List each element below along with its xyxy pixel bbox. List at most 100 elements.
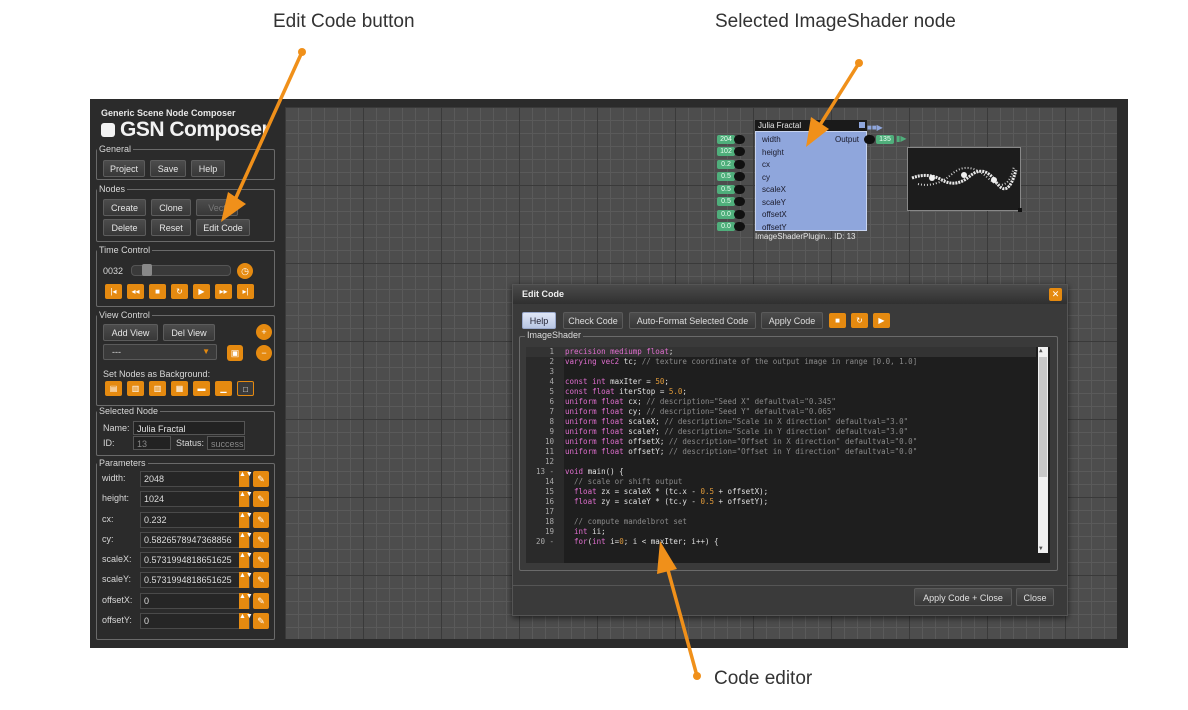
editor-scrollbar[interactable]: ▲ ▼ [1038, 347, 1048, 553]
image-shader-node[interactable]: Julia Fractal width height cx cy scaleX … [755, 120, 867, 242]
resize-handle-icon[interactable] [1018, 208, 1022, 212]
node-input-port[interactable]: 0.5 [717, 185, 757, 194]
code-line[interactable]: 6 uniform float cx; // description="Seed … [526, 397, 1036, 407]
wrench-icon[interactable]: ✎ [253, 593, 269, 609]
node-input-port[interactable]: 0.0 [717, 210, 757, 219]
port-connector-icon[interactable] [734, 135, 745, 144]
wrench-icon[interactable]: ✎ [253, 572, 269, 588]
output-preview-image[interactable] [907, 147, 1021, 211]
node-output-port[interactable]: 135 ▮▶ [864, 134, 912, 144]
wrench-icon[interactable]: ✎ [253, 613, 269, 629]
bg-bottom-icon[interactable]: ▁ [215, 381, 232, 396]
wrench-icon[interactable]: ✎ [253, 552, 269, 568]
code-line[interactable]: 1 precision mediump float; [526, 347, 1036, 357]
code-line[interactable]: 8 uniform float scaleX; // description="S… [526, 417, 1036, 427]
code-line[interactable]: 16 float zy = scaleY * (tc.y - 0.5 + off… [526, 497, 1036, 507]
node-input-port[interactable]: 0.5 [717, 197, 757, 206]
name-field[interactable]: Julia Fractal [133, 421, 245, 435]
stop-icon[interactable]: ■ [149, 284, 166, 299]
play-icon[interactable]: ▶ [873, 313, 890, 328]
stepper-icon[interactable]: ▲▼ [239, 512, 253, 528]
port-connector-icon[interactable] [734, 210, 745, 219]
add-icon[interactable]: + [256, 324, 272, 340]
bg-none-icon[interactable]: □ [237, 381, 254, 396]
create-button[interactable]: Create [103, 199, 146, 216]
close-icon[interactable]: ✕ [1049, 288, 1062, 301]
code-line[interactable]: 13 - void main() { [526, 467, 1036, 477]
close-button[interactable]: Close [1016, 588, 1054, 606]
node-input-port[interactable]: 0.0 [717, 222, 757, 231]
wrench-icon[interactable]: ✎ [253, 512, 269, 528]
bg-center-icon[interactable]: ▦ [171, 381, 188, 396]
fast-forward-icon[interactable]: ▸▸ [215, 284, 232, 299]
bg-right-icon[interactable]: ▥ [149, 381, 166, 396]
param-input[interactable]: 0 [140, 593, 250, 609]
node-title-toggle-icon[interactable] [859, 122, 865, 128]
node-input-port[interactable]: 0.2 [717, 160, 757, 169]
wrench-icon[interactable]: ✎ [253, 532, 269, 548]
editor-scrollbar-thumb[interactable] [1039, 357, 1047, 477]
param-input[interactable]: 0 [140, 613, 250, 629]
stepper-icon[interactable]: ▲▼ [239, 491, 253, 507]
node-input-port[interactable]: 0.5 [717, 172, 757, 181]
param-input[interactable]: 0.5731994818651625 [140, 572, 250, 588]
bg-full-icon[interactable]: ▤ [105, 381, 122, 396]
rewind-icon[interactable]: ◂◂ [127, 284, 144, 299]
node-title[interactable]: Julia Fractal [755, 120, 867, 131]
node-expand-arrow-icon[interactable]: ■■▶ [867, 123, 883, 132]
apply-close-button[interactable]: Apply Code + Close [914, 588, 1012, 606]
port-connector-icon[interactable] [734, 222, 745, 231]
port-connector-icon[interactable] [734, 185, 745, 194]
param-input[interactable]: 0.5731994818651625 [140, 552, 250, 568]
stepper-icon[interactable]: ▲▼ [239, 593, 253, 609]
code-line[interactable]: 20 - for(int i=0; i < maxIter; i++) { [526, 537, 1036, 547]
reset-button[interactable]: Reset [151, 219, 191, 236]
skip-start-icon[interactable]: |◂ [105, 284, 122, 299]
stepper-icon[interactable]: ▲▼ [239, 552, 253, 568]
code-line[interactable]: 12 [526, 457, 1036, 467]
check-code-button[interactable]: Check Code [563, 312, 623, 329]
code-line[interactable]: 4 const int maxIter = 50; [526, 377, 1036, 387]
auto-format-button[interactable]: Auto-Format Selected Code [629, 312, 756, 329]
stop-icon[interactable]: ■ [829, 313, 846, 328]
time-slider-handle[interactable] [142, 264, 152, 276]
code-line[interactable]: 19 int ii; [526, 527, 1036, 537]
bg-top-icon[interactable]: ▬ [193, 381, 210, 396]
wrench-icon[interactable]: ✎ [253, 471, 269, 487]
code-line[interactable]: 5 const float iterStop = 5.0; [526, 387, 1036, 397]
wrench-icon[interactable]: ✎ [253, 491, 269, 507]
time-slider[interactable] [131, 264, 231, 276]
help-button[interactable]: Help [191, 160, 225, 177]
loop-icon[interactable]: ↻ [851, 313, 868, 328]
bg-left-icon[interactable]: ▥ [127, 381, 144, 396]
add-view-button[interactable]: Add View [103, 324, 158, 341]
stepper-icon[interactable]: ▲▼ [239, 572, 253, 588]
image-icon[interactable]: ▣ [227, 345, 243, 361]
clone-button[interactable]: Clone [151, 199, 191, 216]
clock-icon[interactable]: ◷ [237, 263, 253, 279]
param-input[interactable]: 2048 [140, 471, 250, 487]
port-connector-icon[interactable] [864, 135, 875, 144]
save-button[interactable]: Save [150, 160, 186, 177]
scroll-up-icon[interactable]: ▲ [1039, 347, 1043, 354]
code-line[interactable]: 17 [526, 507, 1036, 517]
delete-button[interactable]: Delete [103, 219, 146, 236]
node-input-port[interactable]: 204 [717, 135, 757, 144]
play-icon[interactable]: ▶ [193, 284, 210, 299]
loop-icon[interactable]: ↻ [171, 284, 188, 299]
code-line[interactable]: 18 // compute mandelbrot set [526, 517, 1036, 527]
view-select[interactable]: --- ▼ [103, 344, 217, 360]
edit-code-button[interactable]: Edit Code [196, 219, 250, 236]
code-editor[interactable]: 1 precision mediump float; 2 varying vec2 t… [526, 347, 1050, 563]
skip-end-icon[interactable]: ▸| [237, 284, 254, 299]
project-button[interactable]: Project [103, 160, 145, 177]
apply-code-button[interactable]: Apply Code [761, 312, 823, 329]
param-input[interactable]: 0.5826578947368856 [140, 532, 250, 548]
code-line[interactable]: 9 uniform float scaleY; // description="S… [526, 427, 1036, 437]
port-connector-icon[interactable] [734, 172, 745, 181]
code-line[interactable]: 3 [526, 367, 1036, 377]
port-connector-icon[interactable] [734, 197, 745, 206]
node-input-port[interactable]: 102 [717, 147, 757, 156]
port-connector-icon[interactable] [734, 147, 745, 156]
code-line[interactable]: 11 uniform float offsetY; // description=… [526, 447, 1036, 457]
